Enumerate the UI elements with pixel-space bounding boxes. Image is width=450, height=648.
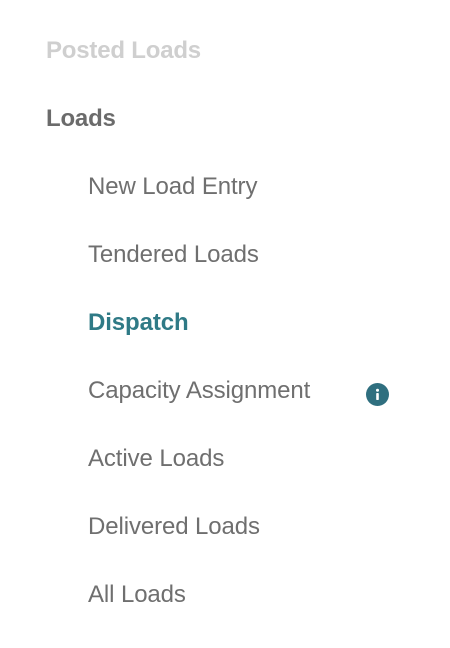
nav-item-tendered-loads[interactable]: Tendered Loads bbox=[88, 235, 259, 275]
info-icon[interactable] bbox=[366, 383, 389, 406]
nav-item-active-loads[interactable]: Active Loads bbox=[88, 439, 224, 479]
nav-heading-posted-loads[interactable]: Posted Loads bbox=[46, 31, 201, 71]
nav-item-all-loads[interactable]: All Loads bbox=[88, 575, 186, 615]
nav-item-dispatch[interactable]: Dispatch bbox=[88, 303, 189, 343]
nav-item-capacity-assignment[interactable]: Capacity Assignment bbox=[88, 371, 310, 411]
nav-heading-loads[interactable]: Loads bbox=[46, 99, 116, 139]
nav-item-new-load-entry[interactable]: New Load Entry bbox=[88, 167, 257, 207]
sidebar-nav: Posted Loads Loads New Load Entry Tender… bbox=[0, 0, 450, 648]
nav-item-delivered-loads[interactable]: Delivered Loads bbox=[88, 507, 260, 547]
